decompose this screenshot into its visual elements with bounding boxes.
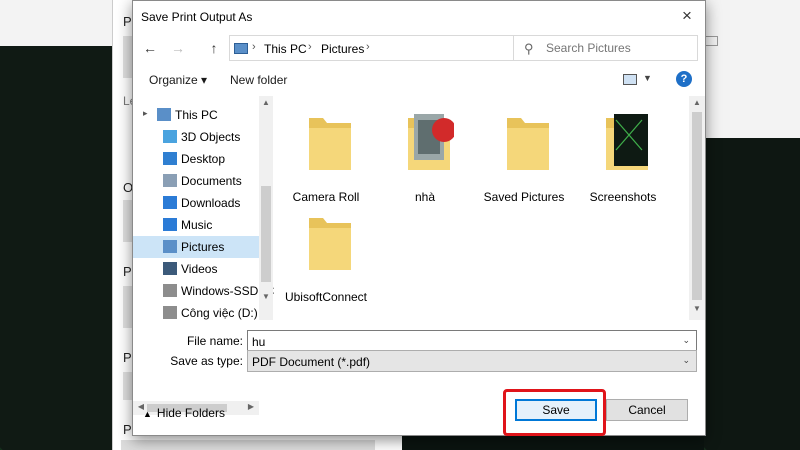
print-panel-bottom-bar bbox=[121, 440, 375, 450]
search-input[interactable] bbox=[546, 36, 694, 60]
close-icon[interactable]: × bbox=[669, 1, 705, 31]
file-name-row: File name: hu ⌄ bbox=[133, 330, 705, 352]
sidebar-item[interactable]: Videos bbox=[133, 258, 259, 280]
command-bar: Organize ▾ New folder ▼ ? bbox=[133, 67, 705, 93]
folder-tile[interactable]: Camera Roll bbox=[281, 96, 371, 206]
organize-menu[interactable]: Organize ▾ bbox=[149, 73, 207, 87]
folder-tile[interactable]: nhà bbox=[380, 96, 470, 206]
screenshot-folder-icon bbox=[602, 110, 652, 174]
breadcrumb-separator: › bbox=[252, 41, 256, 53]
folder-icon bbox=[305, 210, 355, 274]
folder-icon bbox=[503, 110, 553, 174]
sidebar-item[interactable]: Downloads bbox=[133, 192, 259, 214]
desktop-icon bbox=[163, 152, 177, 165]
chevron-right-icon[interactable]: ▸ bbox=[143, 108, 148, 119]
file-list-scrollbar[interactable]: ▲ ▼ bbox=[689, 96, 705, 320]
sidebar-item[interactable]: Music bbox=[133, 214, 259, 236]
save-as-type-row: Save as type: PDF Document (*.pdf) ⌄ bbox=[133, 350, 705, 372]
sidebar-item-label: Music bbox=[181, 218, 213, 232]
save-as-type-select[interactable]: PDF Document (*.pdf) ⌄ bbox=[247, 350, 697, 372]
chevron-down-icon[interactable]: ⌄ bbox=[682, 355, 690, 366]
scroll-down-icon[interactable]: ▼ bbox=[691, 304, 703, 316]
folder-label: nhà bbox=[414, 190, 436, 204]
download-icon bbox=[163, 196, 177, 209]
dialog-titlebar: Save Print Output As × bbox=[133, 1, 705, 31]
folder-tile[interactable]: Screenshots bbox=[578, 96, 668, 206]
drive-icon bbox=[163, 306, 177, 319]
dialog-title: Save Print Output As bbox=[141, 10, 253, 24]
view-options-icon[interactable] bbox=[623, 74, 637, 85]
sidebar-item[interactable]: 3D Objects bbox=[133, 126, 259, 148]
navigation-pane-scrollbar[interactable]: ▲ ▼ bbox=[259, 96, 273, 320]
folder-tile[interactable]: Saved Pictures bbox=[479, 96, 569, 206]
print-panel-label: P bbox=[123, 14, 132, 29]
file-name-label: File name: bbox=[186, 334, 243, 348]
file-list-pane: Camera Roll nhà Saved Pictures Screenshots U… bbox=[275, 96, 691, 320]
computer-icon bbox=[234, 43, 248, 54]
background-right-panel bbox=[704, 0, 800, 138]
breadcrumb-pictures[interactable]: Pictures bbox=[321, 42, 364, 56]
save-as-type-value: PDF Document (*.pdf) bbox=[252, 355, 371, 369]
folder-label: Screenshots bbox=[589, 190, 657, 204]
search-icon: ⚲ bbox=[524, 41, 534, 56]
sidebar-item-label: 3D Objects bbox=[181, 130, 241, 144]
scroll-down-icon[interactable]: ▼ bbox=[260, 292, 272, 304]
scroll-right-icon[interactable]: ▶ bbox=[245, 402, 257, 414]
scroll-up-icon[interactable]: ▲ bbox=[260, 98, 272, 110]
up-arrow-icon[interactable]: ↑ bbox=[207, 37, 221, 59]
breadcrumb-separator[interactable]: › bbox=[366, 41, 370, 53]
navigation-bar: ← → ↑ This PC › › Pictures › ⌄ ↻ ⚲ bbox=[133, 33, 705, 63]
file-name-input[interactable]: hu ⌄ bbox=[247, 330, 697, 352]
video-icon bbox=[163, 262, 177, 275]
sidebar-item[interactable]: Desktop bbox=[133, 148, 259, 170]
cube-icon bbox=[163, 130, 177, 143]
sidebar-item[interactable]: This PC ▸ bbox=[133, 104, 259, 126]
document-icon bbox=[163, 174, 177, 187]
music-icon bbox=[163, 218, 177, 231]
cancel-button[interactable]: Cancel bbox=[606, 399, 688, 421]
computer-icon bbox=[157, 108, 171, 121]
sidebar-item-label: Pictures bbox=[181, 240, 225, 254]
photo-folder-icon bbox=[404, 110, 456, 174]
sidebar-item[interactable]: Documents bbox=[133, 170, 259, 192]
save-as-dialog: Save Print Output As × ← → ↑ This PC › ›… bbox=[132, 0, 706, 436]
help-icon[interactable]: ? bbox=[676, 71, 692, 87]
chevron-up-icon: ▲ bbox=[143, 409, 152, 419]
folder-label: Saved Pictures bbox=[483, 190, 565, 204]
chevron-down-icon[interactable]: ⌄ bbox=[682, 335, 690, 346]
folder-label: UbisoftConnect bbox=[284, 290, 368, 304]
breadcrumb-this-pc[interactable]: This PC bbox=[264, 42, 307, 56]
save-as-type-label: Save as type: bbox=[170, 354, 243, 368]
background-preview-icon bbox=[704, 36, 718, 46]
save-button-highlight bbox=[503, 389, 606, 436]
sidebar-item-label: Videos bbox=[181, 262, 218, 276]
scrollbar-thumb[interactable] bbox=[692, 112, 702, 300]
sidebar-item[interactable]: Công việc (D:) bbox=[133, 302, 259, 324]
sidebar-item[interactable]: Pictures bbox=[133, 236, 259, 258]
sidebar-item[interactable]: Windows-SSD (C bbox=[133, 280, 274, 302]
new-folder-button[interactable]: New folder bbox=[230, 73, 287, 87]
scrollbar-thumb[interactable] bbox=[261, 186, 271, 282]
hide-folders-toggle[interactable]: ▲ Hide Folders bbox=[143, 406, 225, 420]
forward-arrow-icon[interactable]: → bbox=[167, 37, 189, 59]
back-arrow-icon[interactable]: ← bbox=[139, 37, 161, 59]
sidebar-item-label: Documents bbox=[181, 174, 242, 188]
sidebar-item-label: Công việc (D:) bbox=[181, 306, 258, 320]
sidebar-item-label: Desktop bbox=[181, 152, 226, 166]
navigation-pane: This PC ▸ 3D Objects Desktop Documents Downlo… bbox=[133, 96, 274, 415]
background-left-wallpaper bbox=[0, 0, 112, 450]
hide-folders-label: Hide Folders bbox=[156, 406, 225, 420]
scroll-up-icon[interactable]: ▲ bbox=[691, 98, 703, 110]
file-name-value: hu bbox=[252, 335, 266, 349]
pictures-icon bbox=[163, 240, 177, 253]
folder-tile[interactable]: UbisoftConnect bbox=[281, 196, 371, 306]
sidebar-item-label: This PC bbox=[175, 108, 218, 122]
sidebar-item-label: Downloads bbox=[181, 196, 241, 210]
search-box[interactable]: ⚲ bbox=[513, 35, 698, 61]
breadcrumb-separator: › bbox=[308, 41, 312, 53]
drive-icon bbox=[163, 284, 177, 297]
background-left-header bbox=[0, 0, 112, 46]
folder-icon bbox=[305, 110, 355, 174]
chevron-down-icon[interactable]: ▼ bbox=[643, 73, 652, 83]
